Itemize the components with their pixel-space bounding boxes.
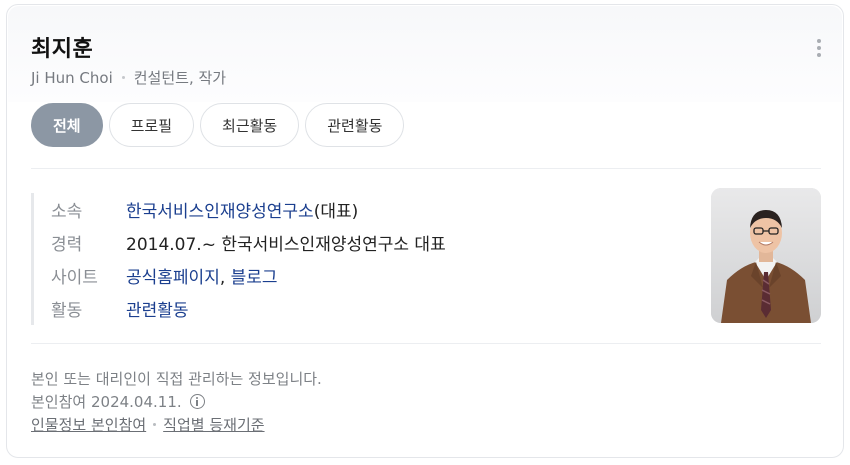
info-circle-icon[interactable] (189, 394, 205, 409)
occupation: 컨설턴트, 작가 (133, 69, 227, 87)
info-row-site: 사이트 공식홈페이지, 블로그 (51, 259, 446, 292)
info-list: 소속 한국서비스인재양성연구소(대표) 경력 2014.07.~ 한국서비스인재… (31, 193, 446, 325)
tab-recent-activity[interactable]: 최근활동 (200, 103, 300, 147)
site-comma: , (219, 268, 226, 288)
affiliation-label: 소속 (51, 202, 83, 222)
participation-date: 2024.04.11. (90, 392, 182, 411)
roman-name: Ji Hun Choi (31, 68, 113, 87)
portrait-image (711, 188, 821, 323)
career-value: 2014.07.~ 한국서비스인재양성연구소 대표 (126, 235, 446, 255)
site-label: 사이트 (51, 268, 98, 288)
info-row-activity: 활동 관련활동 (51, 292, 446, 325)
participation-label: 본인참여 (31, 393, 87, 411)
subtitle-line: Ji Hun Choi 컨설턴트, 작가 (31, 67, 226, 88)
separator-dot (121, 76, 125, 79)
person-name: 최지훈 (31, 37, 94, 62)
more-options-icon[interactable] (817, 39, 821, 57)
person-info-participation-link[interactable]: 인물정보 본인참여 (31, 414, 146, 435)
footer-links: 인물정보 본인참여 직업별 등재기준 (31, 413, 322, 436)
divider-top (31, 168, 821, 169)
tab-profile[interactable]: 프로필 (108, 103, 195, 147)
tab-related-activity[interactable]: 관련활동 (305, 103, 405, 147)
registration-criteria-link[interactable]: 직업별 등재기준 (163, 414, 264, 435)
affiliation-suffix: (대표) (313, 202, 359, 222)
profile-card: 최지훈 Ji Hun Choi 컨설턴트, 작가 전체 프로필 최근활동 관련활… (6, 4, 844, 458)
info-row-affiliation: 소속 한국서비스인재양성연구소(대표) (51, 193, 446, 226)
profile-photo[interactable] (711, 188, 821, 323)
info-row-career: 경력 2014.07.~ 한국서비스인재양성연구소 대표 (51, 226, 446, 259)
separator-dot (153, 423, 157, 426)
tab-bar: 전체 프로필 최근활동 관련활동 (31, 103, 405, 147)
participation-line: 본인참여 2024.04.11. (31, 390, 322, 413)
affiliation-link[interactable]: 한국서비스인재양성연구소 (126, 202, 314, 222)
blog-link[interactable]: 블로그 (231, 268, 278, 288)
tab-all[interactable]: 전체 (31, 103, 103, 147)
related-activity-link[interactable]: 관련활동 (126, 301, 189, 321)
management-notice: 본인 또는 대리인이 직접 관리하는 정보입니다. (31, 370, 322, 388)
activity-label: 활동 (51, 301, 83, 321)
official-homepage-link[interactable]: 공식홈페이지 (126, 268, 220, 288)
career-label: 경력 (51, 235, 83, 255)
divider-bottom (31, 343, 821, 344)
footer: 본인 또는 대리인이 직접 관리하는 정보입니다. 본인참여 2024.04.1… (31, 367, 322, 436)
